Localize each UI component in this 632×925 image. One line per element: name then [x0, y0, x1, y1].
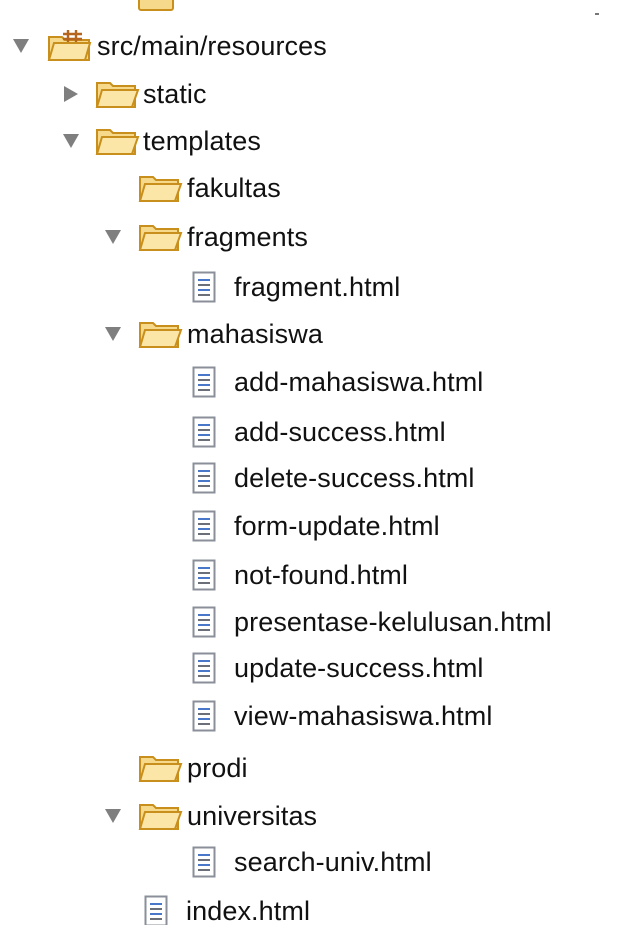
expanded-twisty-icon[interactable] [104, 807, 122, 825]
tree-row-label: mahasiswa [187, 319, 323, 349]
collapsed-twisty-icon[interactable] [62, 85, 80, 103]
tree-row-label: delete-success.html [234, 463, 475, 493]
partial-folder-icon [136, 0, 178, 14]
tree-row-label: static [143, 79, 207, 109]
folder-icon [138, 804, 183, 830]
html-file-icon [192, 606, 216, 638]
html-file-icon [192, 510, 216, 542]
tree-row-label: form-update.html [234, 511, 440, 541]
folder-icon [138, 176, 183, 202]
tree-row-label: update-success.html [234, 653, 484, 683]
folder-icon [95, 129, 140, 155]
tree-row-label: fragment.html [234, 272, 401, 302]
tree-row-label: add-success.html [234, 417, 446, 447]
tree-row-label: src/main/resources [97, 31, 327, 61]
tree-row-label: index.html [186, 896, 311, 925]
html-file-icon [192, 366, 216, 398]
html-file-icon [192, 700, 216, 732]
html-file-icon [144, 895, 168, 925]
expanded-twisty-icon[interactable] [12, 37, 30, 55]
tree-row-label: fakultas [187, 173, 281, 203]
tree-row-label: add-mahasiswa.html [234, 367, 484, 397]
tree-row-label: fragments [187, 222, 308, 252]
scroll-edge-mark [595, 13, 599, 15]
expanded-twisty-icon[interactable] [104, 325, 122, 343]
tree-row-label: prodi [187, 753, 248, 783]
tree-row-label: universitas [187, 801, 318, 831]
expanded-twisty-icon[interactable] [104, 228, 122, 246]
tree-row-label: view-mahasiswa.html [234, 701, 493, 731]
html-file-icon [192, 652, 216, 684]
html-file-icon [192, 271, 216, 303]
folder-icon [95, 82, 140, 108]
folder-icon [138, 756, 183, 782]
tree-row-label: presentase-kelulusan.html [234, 607, 552, 637]
folder-icon [138, 225, 183, 251]
folder-icon [138, 322, 183, 348]
expanded-twisty-icon[interactable] [62, 132, 80, 150]
html-file-icon [192, 559, 216, 591]
html-file-icon [192, 416, 216, 448]
tree-row-label: templates [143, 126, 261, 156]
tree-row-label: search-univ.html [234, 847, 432, 877]
tree-row-label: not-found.html [234, 560, 408, 590]
html-file-icon [192, 846, 216, 878]
package-folder-icon [47, 30, 92, 61]
project-explorer-tree: src/main/resources static templates faku… [0, 0, 632, 925]
html-file-icon [192, 462, 216, 494]
